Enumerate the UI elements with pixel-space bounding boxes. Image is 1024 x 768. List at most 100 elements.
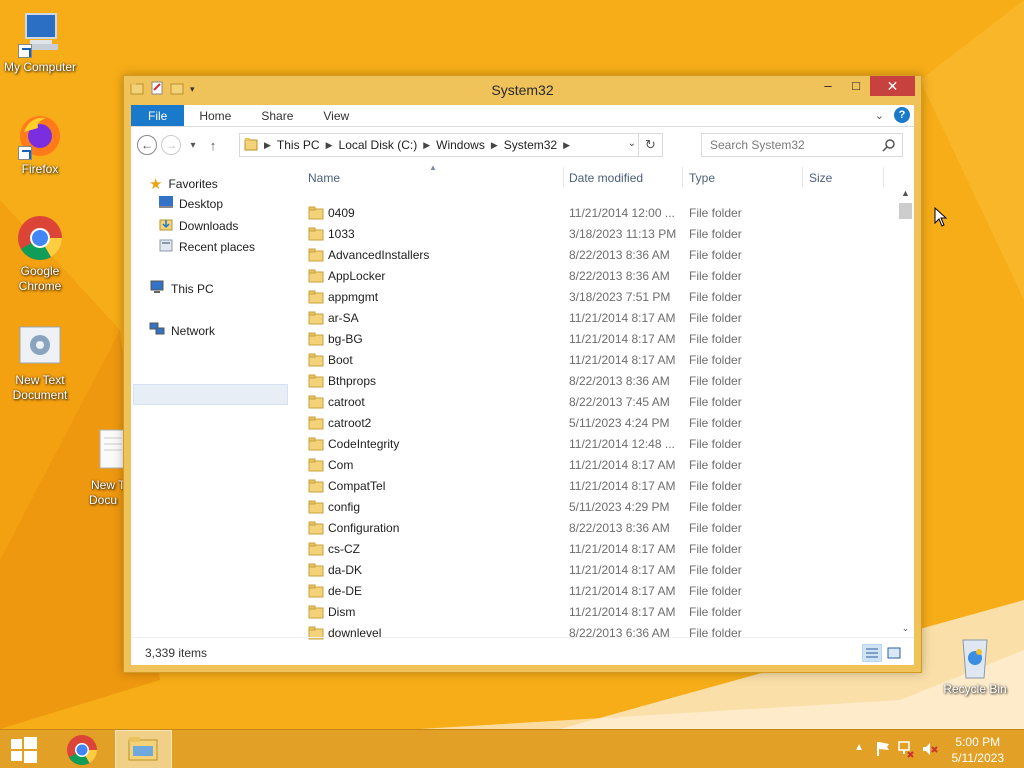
scroll-thumb[interactable]: [899, 203, 912, 219]
breadcrumb-separator-icon[interactable]: ▶: [491, 140, 498, 151]
this-pc-icon: [149, 280, 165, 297]
file-date-modified: 11/21/2014 8:17 AM: [569, 584, 676, 598]
breadcrumb-separator-icon[interactable]: ▶: [264, 140, 271, 151]
volume-muted-icon[interactable]: [922, 740, 938, 761]
text-document-icon: [16, 323, 64, 371]
table-row[interactable]: catroot 8/22/2013 7:45 AM File folder: [296, 392, 896, 413]
action-center-flag-icon[interactable]: [875, 740, 891, 761]
help-icon[interactable]: ?: [894, 107, 910, 123]
table-row[interactable]: cs-CZ 11/21/2014 8:17 AM File folder: [296, 539, 896, 560]
nav-recent-places[interactable]: Recent places: [159, 238, 255, 255]
table-row[interactable]: ar-SA 11/21/2014 8:17 AM File folder: [296, 308, 896, 329]
tab-share[interactable]: Share: [246, 105, 308, 126]
table-row[interactable]: Boot 11/21/2014 8:17 AM File folder: [296, 350, 896, 371]
show-hidden-icons-icon[interactable]: ▲: [854, 742, 864, 753]
nav-downloads[interactable]: Downloads: [159, 217, 238, 234]
folder-icon: [308, 521, 324, 535]
explorer-window: ▾ System32 – □ ✕ File Home Share View ⌄ …: [123, 75, 922, 673]
minimize-button[interactable]: –: [814, 76, 842, 96]
address-bar[interactable]: ▶ This PC ▶ Local Disk (C:) ▶ Windows ▶ …: [239, 133, 663, 157]
tab-home[interactable]: Home: [184, 105, 246, 126]
breadcrumb-windows[interactable]: Windows: [436, 138, 485, 152]
recycle-bin-icon: [951, 632, 999, 680]
recent-locations-icon[interactable]: ▾: [185, 140, 201, 151]
vertical-scrollbar[interactable]: ▲ ⌄: [897, 185, 914, 637]
search-input[interactable]: Search System32: [701, 133, 903, 157]
up-button[interactable]: ↑: [205, 138, 221, 153]
column-date-modified[interactable]: Date modified: [569, 171, 643, 185]
table-row[interactable]: Dism 11/21/2014 8:17 AM File folder: [296, 602, 896, 623]
taskbar-file-explorer-button[interactable]: [115, 730, 172, 768]
file-name: catroot2: [328, 416, 372, 430]
column-name[interactable]: Name: [308, 171, 340, 185]
expand-ribbon-icon[interactable]: ⌄: [875, 109, 884, 122]
table-row[interactable]: 0409 11/21/2014 12:00 ... File folder: [296, 203, 896, 224]
folder-icon: [308, 605, 324, 619]
file-date-modified: 11/21/2014 8:17 AM: [569, 311, 676, 325]
close-button[interactable]: ✕: [870, 76, 915, 96]
file-name: AdvancedInstallers: [328, 248, 430, 262]
column-size[interactable]: Size: [809, 171, 832, 185]
tab-file[interactable]: File: [131, 105, 185, 126]
table-row[interactable]: AppLocker 8/22/2013 8:36 AM File folder: [296, 266, 896, 287]
nav-favorites[interactable]: ★ Favorites: [149, 175, 218, 193]
breadcrumb-separator-icon[interactable]: ▶: [326, 140, 333, 151]
forward-button[interactable]: →: [161, 135, 181, 155]
tab-view[interactable]: View: [308, 105, 364, 126]
mouse-cursor-icon: [934, 207, 948, 227]
file-type: File folder: [689, 290, 742, 304]
breadcrumb-separator-icon[interactable]: ▶: [563, 140, 570, 151]
taskbar-clock[interactable]: 5:00 PM 5/11/2023: [952, 734, 1005, 766]
table-row[interactable]: Configuration 8/22/2013 8:36 AM File folde…: [296, 518, 896, 539]
table-row[interactable]: 1033 3/18/2023 11:13 PM File folder: [296, 224, 896, 245]
file-name: bg-BG: [328, 332, 363, 346]
file-date-modified: 8/22/2013 8:36 AM: [569, 374, 670, 388]
file-name: 0409: [328, 206, 355, 220]
taskbar-chrome-button[interactable]: [58, 730, 106, 768]
desktop-icon-recycle-bin[interactable]: Recycle Bin: [935, 632, 1015, 697]
nav-network[interactable]: Network: [149, 322, 215, 339]
file-date-modified: 8/22/2013 7:45 AM: [569, 395, 670, 409]
desktop-icon-new-text-document[interactable]: New Text Document: [0, 323, 80, 403]
desktop-icon-firefox[interactable]: Firefox: [0, 112, 80, 177]
search-icon[interactable]: [882, 138, 896, 152]
star-icon: ★: [149, 176, 163, 193]
scroll-down-icon[interactable]: ⌄: [897, 620, 914, 637]
back-button[interactable]: ←: [137, 135, 157, 155]
nav-this-pc[interactable]: This PC: [149, 280, 214, 297]
table-row[interactable]: de-DE 11/21/2014 8:17 AM File folder: [296, 581, 896, 602]
table-row[interactable]: da-DK 11/21/2014 8:17 AM File folder: [296, 560, 896, 581]
nav-desktop[interactable]: Desktop: [159, 196, 223, 211]
table-row[interactable]: catroot2 5/11/2023 4:24 PM File folder: [296, 413, 896, 434]
desktop-icon-chrome[interactable]: Google Chrome: [0, 214, 80, 294]
start-button[interactable]: [0, 730, 48, 768]
file-date-modified: 11/21/2014 8:17 AM: [569, 332, 676, 346]
table-row[interactable]: AdvancedInstallers 8/22/2013 8:36 AM File …: [296, 245, 896, 266]
table-row[interactable]: Com 11/21/2014 8:17 AM File folder: [296, 455, 896, 476]
scroll-up-icon[interactable]: ▲: [897, 185, 914, 202]
maximize-button[interactable]: □: [842, 76, 870, 96]
desktop-icon-my-computer[interactable]: My Computer: [0, 10, 80, 75]
address-dropdown-icon[interactable]: ⌄: [628, 138, 636, 149]
breadcrumb-local-disk[interactable]: Local Disk (C:): [339, 138, 418, 152]
table-row[interactable]: CodeIntegrity 11/21/2014 12:48 ... File fo…: [296, 434, 896, 455]
sort-ascending-icon: ▲: [429, 163, 437, 172]
network-status-icon[interactable]: [898, 740, 914, 761]
details-view-button[interactable]: [862, 644, 882, 662]
table-row[interactable]: Bthprops 8/22/2013 8:36 AM File folder: [296, 371, 896, 392]
breadcrumb-this-pc[interactable]: This PC: [277, 138, 320, 152]
file-type: File folder: [689, 500, 742, 514]
breadcrumb-system32[interactable]: System32: [504, 138, 557, 152]
table-row[interactable]: CompatTel 11/21/2014 8:17 AM File folder: [296, 476, 896, 497]
table-row[interactable]: bg-BG 11/21/2014 8:17 AM File folder: [296, 329, 896, 350]
title-bar[interactable]: ▾ System32 – □ ✕: [124, 76, 921, 104]
folder-icon: [308, 332, 324, 346]
refresh-icon[interactable]: ↻: [638, 134, 662, 156]
table-row[interactable]: config 5/11/2023 4:29 PM File folder: [296, 497, 896, 518]
large-icons-view-button[interactable]: [884, 644, 904, 662]
table-row[interactable]: appmgmt 3/18/2023 7:51 PM File folder: [296, 287, 896, 308]
folder-icon: [308, 248, 324, 262]
column-type[interactable]: Type: [689, 171, 715, 185]
file-type: File folder: [689, 605, 742, 619]
breadcrumb-separator-icon[interactable]: ▶: [423, 140, 430, 151]
